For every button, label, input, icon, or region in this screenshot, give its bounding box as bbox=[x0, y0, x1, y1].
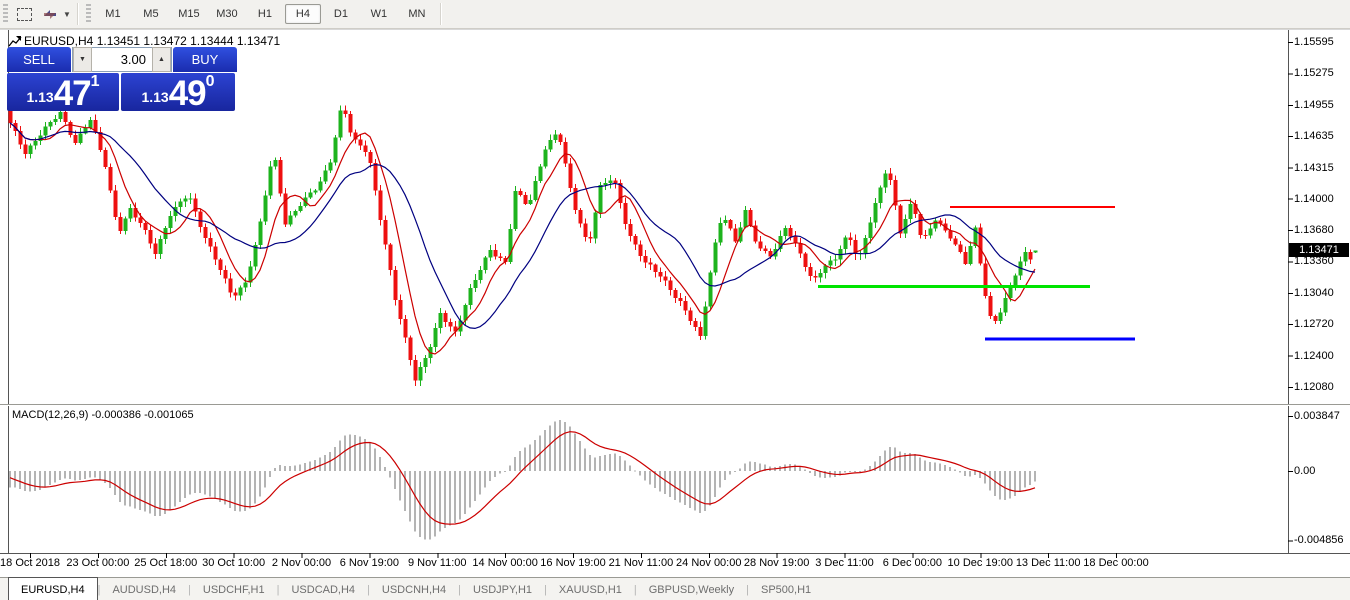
chart-tab-sp500-h1[interactable]: SP500,H1 bbox=[749, 578, 823, 600]
sell-price-panel[interactable]: 1.13471 bbox=[7, 73, 119, 111]
macd-axis-label: -0.004856 bbox=[1294, 534, 1344, 546]
price-axis-label: 1.15595 bbox=[1294, 36, 1334, 48]
price-axis-label: 1.12080 bbox=[1294, 381, 1334, 393]
price-axis-label: 1.14000 bbox=[1294, 193, 1334, 205]
macd-axis-label: 0.00 bbox=[1294, 465, 1315, 477]
sell-price-big: 47 bbox=[54, 77, 91, 110]
volume-input[interactable]: 3.00 bbox=[92, 52, 152, 67]
chart-tab-usdchf-h1[interactable]: USDCHF,H1 bbox=[191, 578, 277, 600]
buy-button[interactable]: BUY bbox=[173, 47, 237, 72]
mt4-window: ▼ M1M5M15M30H1H4D1W1MN EURUSD,H4 1.13451… bbox=[0, 0, 1350, 600]
chart-tab-eurusd-h4[interactable]: EURUSD,H4 bbox=[8, 577, 98, 600]
sell-price-pip: 1 bbox=[91, 75, 100, 89]
one-click-trading-widget: SELL ▼ 3.00 ▲ BUY 1.13471 1.13490 bbox=[7, 47, 237, 111]
chart-symbol-icon bbox=[8, 35, 22, 47]
volume-increase-button[interactable]: ▲ bbox=[152, 47, 171, 72]
macd-indicator-label: MACD(12,26,9) -0.000386 -0.001065 bbox=[12, 409, 194, 421]
buy-price-panel[interactable]: 1.13490 bbox=[121, 73, 235, 111]
buy-price-small: 1.13 bbox=[141, 84, 168, 110]
sell-price-small: 1.13 bbox=[26, 84, 53, 110]
chart-symbol: EURUSD,H4 bbox=[24, 34, 93, 48]
chart-tab-audusd-h4[interactable]: AUDUSD,H4 bbox=[100, 578, 188, 600]
price-axis-label: 1.13680 bbox=[1294, 224, 1334, 236]
price-axis-label: 1.13040 bbox=[1294, 287, 1334, 299]
chart-tab-usdjpy-h1[interactable]: USDJPY,H1 bbox=[461, 578, 544, 600]
chart-tab-usdcnh-h4[interactable]: USDCNH,H4 bbox=[370, 578, 458, 600]
chart-tab-bar: EURUSD,H4|AUDUSD,H4|USDCHF,H1|USDCAD,H4|… bbox=[0, 577, 1350, 600]
price-axis-label: 1.14635 bbox=[1294, 130, 1334, 142]
price-axis-label: 1.14955 bbox=[1294, 99, 1334, 111]
chart-title: EURUSD,H4 1.13451 1.13472 1.13444 1.1347… bbox=[24, 34, 280, 48]
price-axis-label: 1.13360 bbox=[1294, 255, 1334, 267]
chart-ohlc: 1.13451 1.13472 1.13444 1.13471 bbox=[97, 34, 281, 48]
volume-spinner: ▼ 3.00 ▲ bbox=[72, 47, 172, 72]
price-axis-label: 1.12720 bbox=[1294, 318, 1334, 330]
chart-tab-usdcad-h4[interactable]: USDCAD,H4 bbox=[279, 578, 367, 600]
chart-tab-xauusd-h1[interactable]: XAUUSD,H1 bbox=[547, 578, 634, 600]
sell-button[interactable]: SELL bbox=[7, 47, 71, 72]
buy-price-pip: 0 bbox=[206, 75, 215, 89]
macd-axis-label: 0.003847 bbox=[1294, 410, 1340, 422]
chart-tab-gbpusd-weekly[interactable]: GBPUSD,Weekly bbox=[637, 578, 746, 600]
buy-price-big: 49 bbox=[169, 77, 206, 110]
time-axis-label: 18 Dec 00:00 bbox=[1071, 557, 1161, 569]
price-axis-label: 1.15275 bbox=[1294, 67, 1334, 79]
price-axis-label: 1.14315 bbox=[1294, 162, 1334, 174]
volume-decrease-button[interactable]: ▼ bbox=[73, 47, 92, 72]
price-axis-label: 1.12400 bbox=[1294, 350, 1334, 362]
